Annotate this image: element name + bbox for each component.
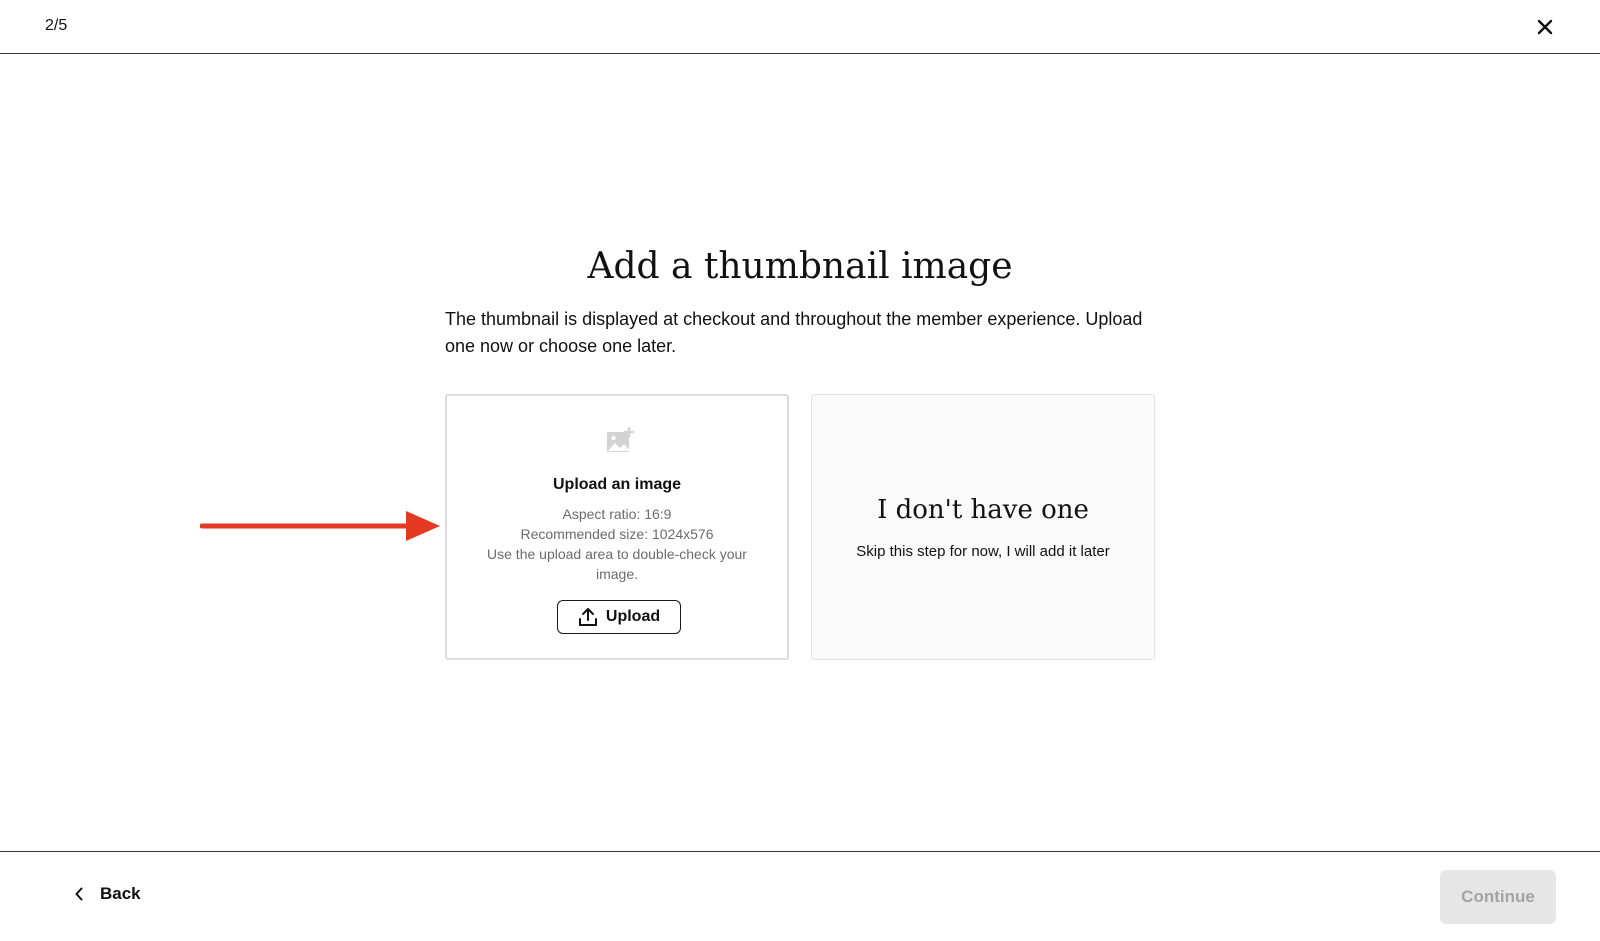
close-button[interactable] [1530,14,1560,40]
skip-card-title: I don't have one [877,495,1089,525]
upload-card[interactable]: Upload an image Aspect ratio: 16:9 Recom… [445,394,789,660]
continue-button[interactable]: Continue [1440,870,1556,924]
back-button[interactable]: Back [68,874,147,914]
skip-card-subtitle: Skip this step for now, I will add it la… [856,543,1110,560]
chevron-left-icon [75,887,83,901]
add-image-icon [607,427,634,452]
bottom-bar: Back Continue [0,851,1600,941]
upload-icon [578,608,597,626]
upload-hint-text: Use the upload area to double-check your… [487,546,747,582]
top-bar: 2/5 [0,0,1600,54]
recommended-size-text: Recommended size: 1024x576 [520,526,714,542]
aspect-ratio-text: Aspect ratio: 16:9 [562,506,672,522]
step-indicator: 2/5 [45,17,68,34]
page-title: Add a thumbnail image [587,246,1013,287]
annotation-arrow [200,511,440,541]
upload-button-label: Upload [605,608,661,625]
page-description: The thumbnail is displayed at checkout a… [445,309,1143,356]
close-icon [1537,19,1553,35]
skip-card[interactable]: I don't have one Skip this step for now,… [811,394,1155,660]
back-button-label: Back [100,884,141,903]
upload-button[interactable]: Upload [557,600,681,634]
upload-card-title: Upload an image [552,476,682,493]
